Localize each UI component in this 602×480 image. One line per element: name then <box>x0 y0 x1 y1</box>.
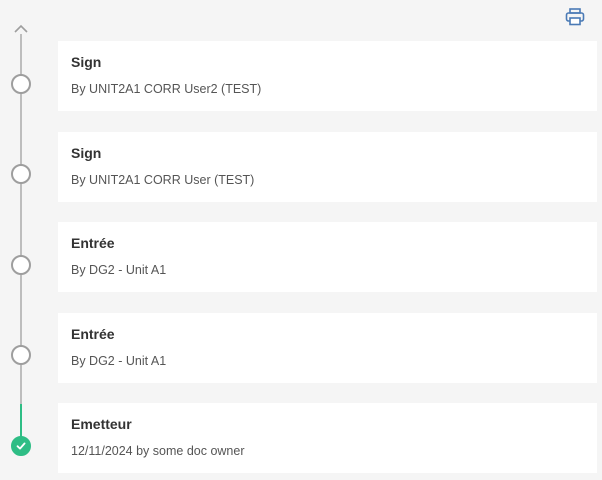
timeline-node-pending <box>11 345 31 365</box>
print-button[interactable] <box>563 6 587 28</box>
timeline-step[interactable]: Sign By UNIT2A1 CORR User (TEST) <box>58 132 597 202</box>
timeline-step[interactable]: Sign By UNIT2A1 CORR User2 (TEST) <box>58 41 597 111</box>
step-title: Sign <box>71 145 102 161</box>
printer-icon <box>565 8 585 26</box>
timeline-step[interactable]: Entrée By DG2 - Unit A1 <box>58 222 597 292</box>
step-subtitle: By DG2 - Unit A1 <box>71 354 167 368</box>
timeline-step[interactable]: Emetteur 12/11/2024 by some doc owner <box>58 403 597 473</box>
step-subtitle: By UNIT2A1 CORR User2 (TEST) <box>71 82 262 96</box>
timeline-node-pending <box>11 164 31 184</box>
timeline-step[interactable]: Entrée By DG2 - Unit A1 <box>58 313 597 383</box>
step-title: Entrée <box>71 326 115 342</box>
step-subtitle: 12/11/2024 by some doc owner <box>71 444 245 458</box>
step-title: Entrée <box>71 235 115 251</box>
check-icon <box>16 442 26 450</box>
step-subtitle: By DG2 - Unit A1 <box>71 263 167 277</box>
step-subtitle: By UNIT2A1 CORR User (TEST) <box>71 173 255 187</box>
timeline-node-pending <box>11 74 31 94</box>
timeline-node-done <box>11 436 31 456</box>
step-title: Emetteur <box>71 416 132 432</box>
timeline-node-pending <box>11 255 31 275</box>
step-title: Sign <box>71 54 102 70</box>
